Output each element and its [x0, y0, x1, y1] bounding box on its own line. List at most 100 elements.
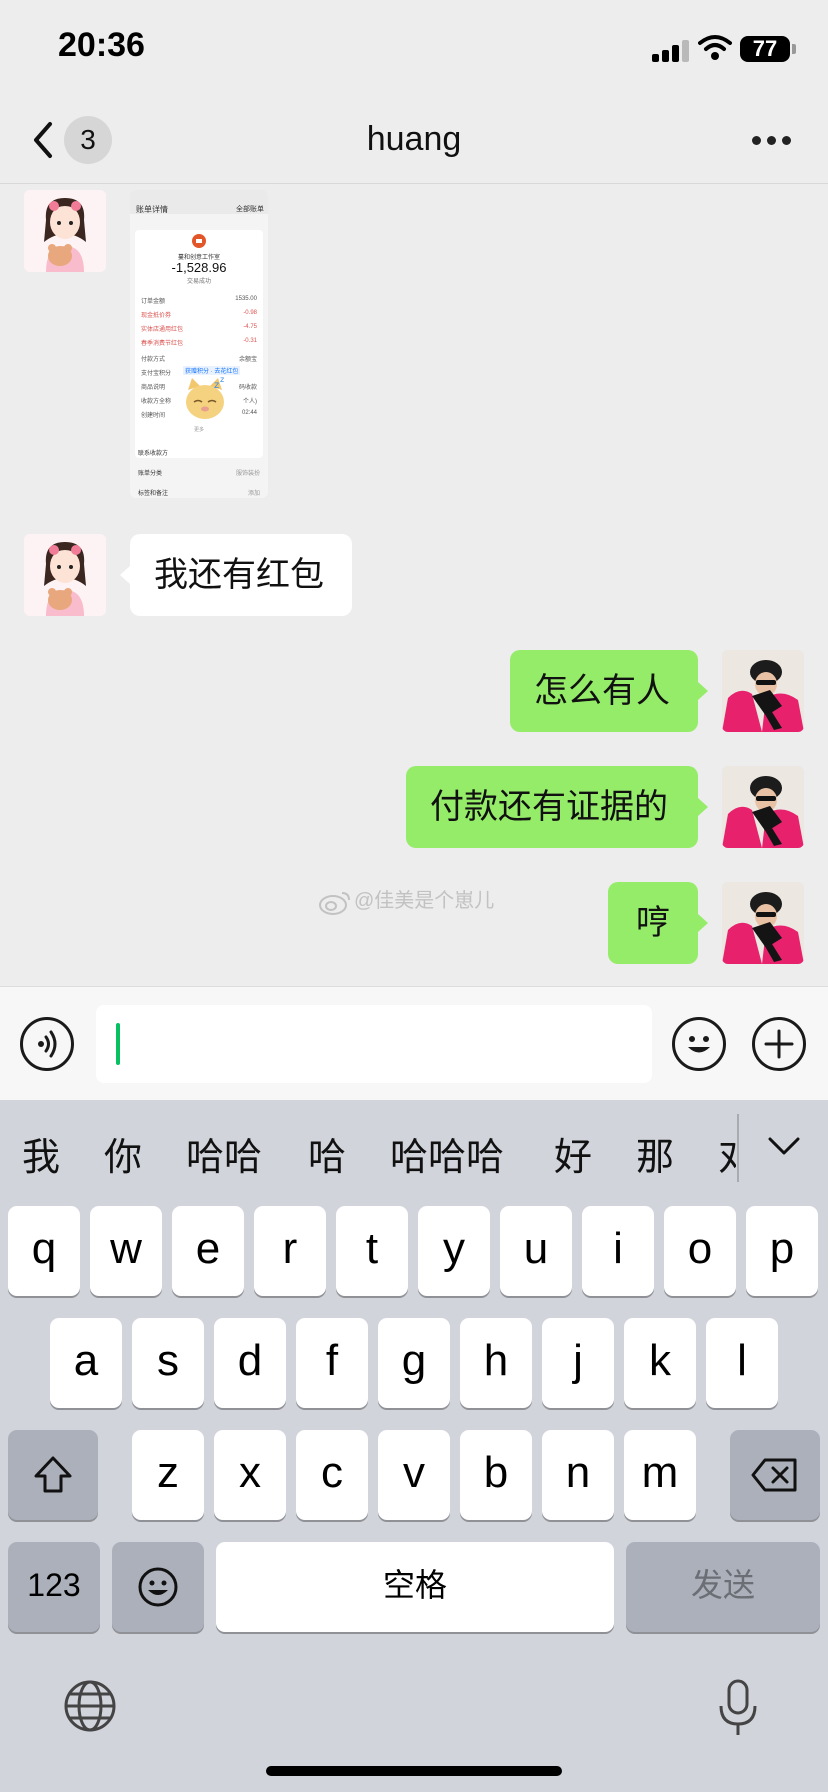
key-e[interactable]: e [172, 1206, 244, 1296]
candidate-word[interactable]: 好 [554, 1126, 592, 1181]
key-t[interactable]: t [336, 1206, 408, 1296]
key-q[interactable]: q [8, 1206, 80, 1296]
candidate-bar: 我 你 哈哈 哈 哈哈哈 好 那 对 [0, 1100, 828, 1204]
message-bubble-outgoing[interactable]: 付款还有证据的 [406, 766, 698, 848]
key-j[interactable]: j [542, 1318, 614, 1408]
emoji-icon [688, 1036, 710, 1053]
receipt-footer-row: 账单分类 服饰装扮 [138, 471, 260, 477]
key-l[interactable]: l [706, 1318, 778, 1408]
receipt-footer-row: 联系收款方 [138, 451, 169, 457]
key-d[interactable]: d [214, 1318, 286, 1408]
text-caret [116, 1023, 120, 1065]
status-time: 20:36 [58, 26, 145, 64]
signal-icon [652, 38, 690, 62]
key-n[interactable]: n [542, 1430, 614, 1520]
key-u[interactable]: u [500, 1206, 572, 1296]
key-s[interactable]: s [132, 1318, 204, 1408]
key-x[interactable]: x [214, 1430, 286, 1520]
delete-key[interactable] [730, 1430, 820, 1520]
candidate-word[interactable]: 哈 [308, 1126, 346, 1181]
message-bubble-outgoing[interactable]: 哼 [608, 882, 698, 964]
my-avatar[interactable] [722, 650, 804, 732]
key-i[interactable]: i [582, 1206, 654, 1296]
bubble-tail [698, 798, 708, 816]
chat-title: huang [366, 120, 462, 158]
wifi-icon [698, 35, 732, 60]
key-p[interactable]: p [746, 1206, 818, 1296]
voice-input-button[interactable] [20, 1017, 74, 1071]
key-z[interactable]: z [132, 1430, 204, 1520]
bubble-tail [698, 682, 708, 700]
candidate-divider [737, 1114, 739, 1182]
receipt-header: 账单详情 [136, 205, 168, 214]
delete-icon [751, 1458, 797, 1492]
contact-avatar[interactable] [24, 190, 106, 272]
voice-icon [38, 1030, 57, 1058]
watermark-text: @佳美是个崽儿 [354, 890, 495, 912]
candidate-word[interactable]: 我 [22, 1126, 60, 1181]
numbers-key[interactable]: 123 [8, 1542, 100, 1632]
payment-receipt-image[interactable]: 账单详情 全部账单 蔓和创意工作室 -1,528.96 交易成功 订单金额 153… [130, 190, 268, 498]
chat-nav-bar: 3 huang [0, 100, 828, 184]
receipt-all-bills: 全部账单 [236, 206, 264, 213]
send-key[interactable]: 发送 [626, 1542, 820, 1632]
plus-icon [764, 1029, 794, 1059]
emoji-key[interactable] [112, 1542, 204, 1632]
candidate-word[interactable]: 那 [636, 1126, 674, 1181]
key-k[interactable]: k [624, 1318, 696, 1408]
key-y[interactable]: y [418, 1206, 490, 1296]
message-bubble-outgoing[interactable]: 怎么有人 [510, 650, 698, 732]
sleeping-cat-sticker-icon: z z [186, 376, 224, 419]
bubble-tail [698, 914, 708, 932]
more-icon[interactable] [752, 136, 792, 146]
key-m[interactable]: m [624, 1430, 696, 1520]
key-v[interactable]: v [378, 1430, 450, 1520]
chat-input-bar [0, 986, 828, 1100]
message-bubble-incoming[interactable]: 我还有红包 [130, 534, 352, 616]
svg-text:z: z [214, 380, 219, 391]
weibo-icon [319, 891, 350, 915]
home-indicator [266, 1766, 562, 1776]
keyboard: 我 你 哈哈 哈 哈哈哈 好 那 对 q w e r t y u i o p a… [0, 1100, 828, 1792]
receipt-amount: -1,528.96 [171, 260, 227, 275]
receipt-footer-row: 标签和备注 添加 [138, 491, 260, 497]
key-b[interactable]: b [460, 1430, 532, 1520]
merchant-logo-icon [192, 234, 206, 248]
plus-button[interactable] [752, 1017, 806, 1071]
message-input[interactable] [96, 1005, 652, 1083]
receipt-more: 更多 [193, 427, 204, 433]
key-w[interactable]: w [90, 1206, 162, 1296]
contact-avatar[interactable] [24, 534, 106, 616]
shift-key[interactable] [8, 1430, 98, 1520]
svg-text:z: z [220, 376, 224, 384]
emoji-icon [138, 1567, 178, 1607]
status-bar: 20:36 77 [0, 0, 828, 100]
candidate-word[interactable]: 哈哈哈 [390, 1126, 504, 1181]
emoji-button[interactable] [672, 1017, 726, 1071]
watermark: @佳美是个崽儿 [318, 884, 494, 915]
key-c[interactable]: c [296, 1430, 368, 1520]
chevron-down-icon[interactable] [766, 1134, 802, 1158]
space-key[interactable]: 空格 [216, 1542, 614, 1632]
candidate-word[interactable]: 你 [104, 1126, 142, 1181]
receipt-points-tag: 获赠积分 · 去花红包 [183, 366, 241, 375]
battery-indicator: 77 [740, 36, 790, 62]
key-g[interactable]: g [378, 1318, 450, 1408]
bubble-tail [120, 566, 130, 584]
key-a[interactable]: a [50, 1318, 122, 1408]
shift-icon [34, 1456, 72, 1493]
receipt-status: 交易成功 [186, 279, 211, 285]
globe-icon[interactable] [62, 1678, 118, 1734]
mic-icon[interactable] [714, 1678, 762, 1738]
candidate-list: 我 你 哈哈 哈 哈哈哈 好 那 对 [0, 1100, 736, 1204]
key-f[interactable]: f [296, 1318, 368, 1408]
receipt-card: 蔓和创意工作室 -1,528.96 交易成功 订单金额 1535.00 现金抵价券… [135, 230, 263, 458]
my-avatar[interactable] [722, 766, 804, 848]
my-avatar[interactable] [722, 882, 804, 964]
key-h[interactable]: h [460, 1318, 532, 1408]
battery-tip [792, 44, 796, 54]
key-r[interactable]: r [254, 1206, 326, 1296]
key-o[interactable]: o [664, 1206, 736, 1296]
candidate-word[interactable]: 哈哈 [186, 1126, 262, 1181]
candidate-word[interactable]: 对 [718, 1126, 736, 1181]
